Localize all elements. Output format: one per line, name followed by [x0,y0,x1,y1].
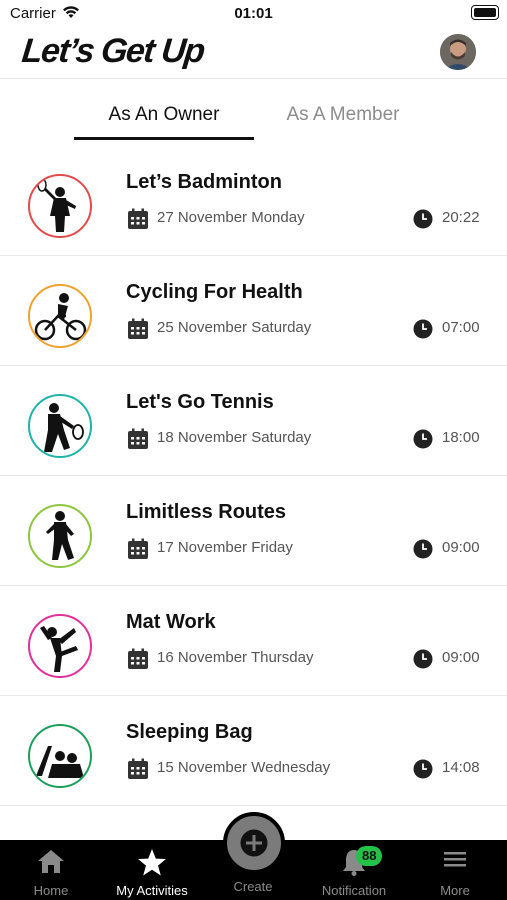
activity-date: 18 November Saturday [157,429,312,446]
activity-date: 25 November Saturday [157,319,312,336]
activity-time: 09:00 [442,649,480,666]
clock-icon [413,649,433,674]
battery-icon [471,5,499,20]
create-button[interactable] [223,812,285,874]
activity-time: 09:00 [442,539,480,556]
activity-date: 27 November Monday [157,209,305,226]
tab-as-member[interactable]: As A Member [253,96,433,140]
calendar-icon [127,538,149,565]
calendar-icon [127,758,149,785]
app-header: Let’s Get Up [0,28,507,79]
calendar-icon [127,428,149,455]
tab-as-owner[interactable]: As An Owner [74,96,254,140]
activity-time: 20:22 [442,209,480,226]
star-icon [137,848,167,881]
activity-time: 14:08 [442,759,480,776]
notification-badge: 88 [356,846,383,866]
activity-date: 15 November Wednesday [157,759,331,776]
activity-date: 17 November Friday [157,539,293,556]
cycling-icon [28,284,92,348]
activity-time: 18:00 [442,429,480,446]
tab-my-activities[interactable]: My Activities [102,840,202,900]
clock-icon [413,429,433,454]
status-time: 01:01 [234,5,273,22]
activity-list: Let’s Badminton 27 November Monday 20:22… [0,146,507,806]
tab-more-label: More [440,883,470,898]
activity-time: 07:00 [442,319,480,336]
tennis-icon [28,394,92,458]
menu-icon [442,848,468,875]
activity-row[interactable]: Let's Go Tennis 18 November Saturday 18:… [0,366,507,476]
activity-row[interactable]: Let’s Badminton 27 November Monday 20:22 [0,146,507,256]
activity-title: Let’s Badminton [126,171,282,193]
clock-icon [413,759,433,784]
camping-icon [28,724,92,788]
tab-my-activities-label: My Activities [116,883,188,898]
app-logo: Let’s Get Up [20,32,206,70]
calendar-icon [127,318,149,345]
activity-title: Let's Go Tennis [126,391,274,413]
calendar-icon [127,208,149,235]
badminton-icon [28,174,92,238]
clock-icon [413,209,433,234]
activity-date: 16 November Thursday [157,649,314,666]
yoga-icon [28,614,92,678]
activity-row[interactable]: Sleeping Bag 15 November Wednesday 14:08 [0,696,507,806]
status-bar: Carrier 01:01 [0,0,507,28]
tab-notification[interactable]: Notification [304,840,404,900]
activity-title: Sleeping Bag [126,721,253,743]
segment-tabs: As An Owner As A Member [0,96,507,140]
activity-title: Mat Work [126,611,216,633]
running-icon [28,504,92,568]
activity-title: Cycling For Health [126,281,303,303]
tab-home-label: Home [33,883,69,898]
clock-icon [413,539,433,564]
tab-more[interactable]: More [405,840,505,900]
tab-home[interactable]: Home [1,840,101,900]
activity-title: Limitless Routes [126,501,287,523]
activity-row[interactable]: Cycling For Health 25 November Saturday … [0,256,507,366]
bottom-tab-bar: Home My Activities Create Notification 8… [0,812,507,900]
activity-row[interactable]: Mat Work 16 November Thursday 09:00 [0,586,507,696]
avatar[interactable] [440,34,476,70]
clock-icon [413,319,433,344]
plus-icon [240,829,268,862]
create-label: Create [233,879,273,894]
tab-notification-label: Notification [321,883,387,898]
calendar-icon [127,648,149,675]
active-tab-indicator [74,137,254,140]
home-icon [36,848,66,879]
activity-row[interactable]: Limitless Routes 17 November Friday 09:0… [0,476,507,586]
